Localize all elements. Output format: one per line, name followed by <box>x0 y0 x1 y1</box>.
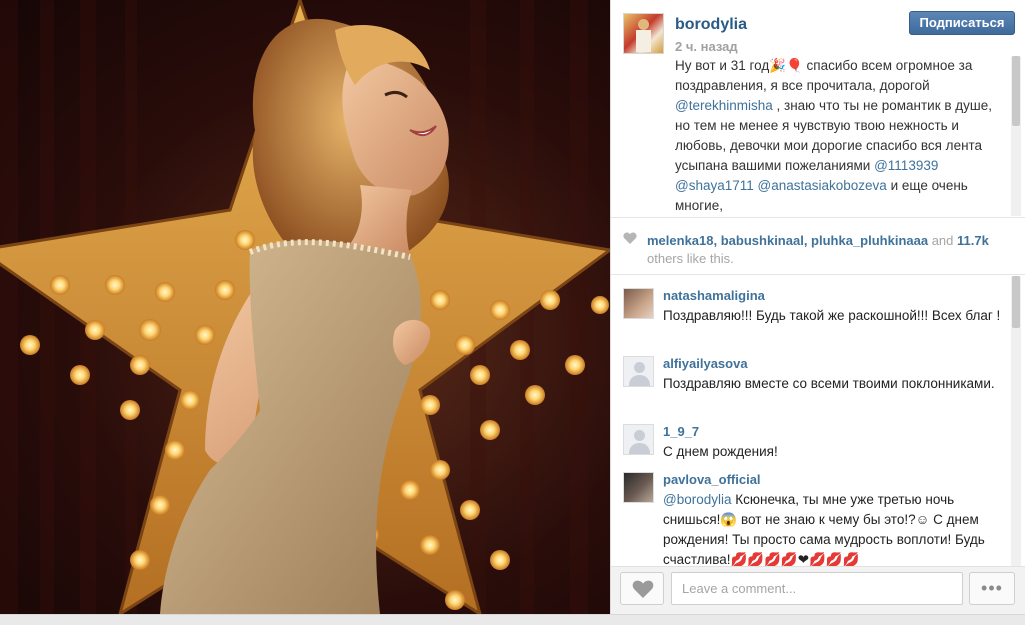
comments-scrollbar-thumb[interactable] <box>1012 276 1020 328</box>
like-button[interactable] <box>620 572 664 605</box>
commenter-avatar[interactable] <box>623 424 654 455</box>
caption-mention[interactable]: @anastasiakobozeva <box>758 178 887 193</box>
comments-scrollbar[interactable] <box>1011 276 1021 566</box>
likes-summary: melenka18, babushkinaal, pluhka_pluhkina… <box>611 217 1025 275</box>
caption-mention[interactable]: @terekhinmisha <box>675 98 773 113</box>
comment-input[interactable] <box>671 572 963 605</box>
comments-list: natashamaligina Поздравляю!!! Будь такой… <box>611 276 1025 566</box>
default-avatar-body <box>629 375 650 386</box>
commenter-avatar[interactable] <box>623 288 654 319</box>
caption-mention[interactable]: @1113939 <box>874 158 938 173</box>
default-avatar-head <box>634 362 645 373</box>
page-bottom-edge <box>0 614 1025 625</box>
liker-link[interactable]: melenka18 <box>647 233 714 248</box>
commenter-username[interactable]: pavlova_official <box>663 472 761 487</box>
avatar-head <box>638 19 649 30</box>
post-timestamp[interactable]: 2 ч. назад <box>675 39 738 54</box>
comment-footer: ••• <box>611 566 1025 614</box>
likes-text: melenka18, babushkinaal, pluhka_pluhkina… <box>647 232 1017 268</box>
default-avatar-head <box>634 430 645 441</box>
caption-scrollbar[interactable] <box>1011 56 1021 216</box>
commenter-avatar[interactable] <box>623 472 654 503</box>
post-photo-art <box>0 0 610 614</box>
commenter-username[interactable]: 1_9_7 <box>663 424 699 439</box>
commenter-username[interactable]: natashamaligina <box>663 288 765 303</box>
comment-text: Поздравляю!!! Будь такой же раскошной!!!… <box>663 308 1001 323</box>
post-photo[interactable] <box>0 0 610 614</box>
comment-mention[interactable]: @borodylia <box>663 492 732 507</box>
likes-count[interactable]: 11.7k <box>957 233 989 248</box>
comment-text: @borodylia Ксюнечка, ты мне уже третью н… <box>663 490 1003 566</box>
more-options-button[interactable]: ••• <box>969 572 1015 605</box>
likes-suffix: others like this. <box>647 251 734 266</box>
follow-button[interactable]: Подписаться <box>909 11 1015 35</box>
commenter-avatar[interactable] <box>623 356 654 387</box>
commenter-username[interactable]: alfiyailyasova <box>663 356 748 371</box>
post-header: borodylia 2 ч. назад Подписаться Ну вот … <box>611 0 1025 216</box>
likes-separator: , <box>803 233 812 248</box>
caption-scrollbar-thumb[interactable] <box>1012 56 1020 126</box>
heart-icon <box>623 232 637 244</box>
heart-icon <box>632 580 654 598</box>
likes-separator: , <box>713 233 721 248</box>
post-sidebar: borodylia 2 ч. назад Подписаться Ну вот … <box>610 0 1025 614</box>
avatar-body <box>636 30 651 52</box>
liker-link[interactable]: babushkinaal <box>721 233 804 248</box>
likes-and: and <box>928 233 958 248</box>
post-caption: Ну вот и 31 год🎉🎈 спасибо всем огромное … <box>675 56 1005 216</box>
caption-text: Ну вот и 31 год🎉🎈 спасибо всем огромное … <box>675 58 973 93</box>
comment-text: С днем рождения! <box>663 444 778 459</box>
liker-link[interactable]: pluhka_pluhkinaaa <box>811 233 928 248</box>
caption-mention[interactable]: @shaya1711 <box>675 178 754 193</box>
author-avatar[interactable] <box>623 13 664 54</box>
default-avatar-body <box>629 443 650 454</box>
comment-text: Поздравляю вместе со всеми твоими поклон… <box>663 376 995 391</box>
author-username[interactable]: borodylia <box>675 16 747 34</box>
